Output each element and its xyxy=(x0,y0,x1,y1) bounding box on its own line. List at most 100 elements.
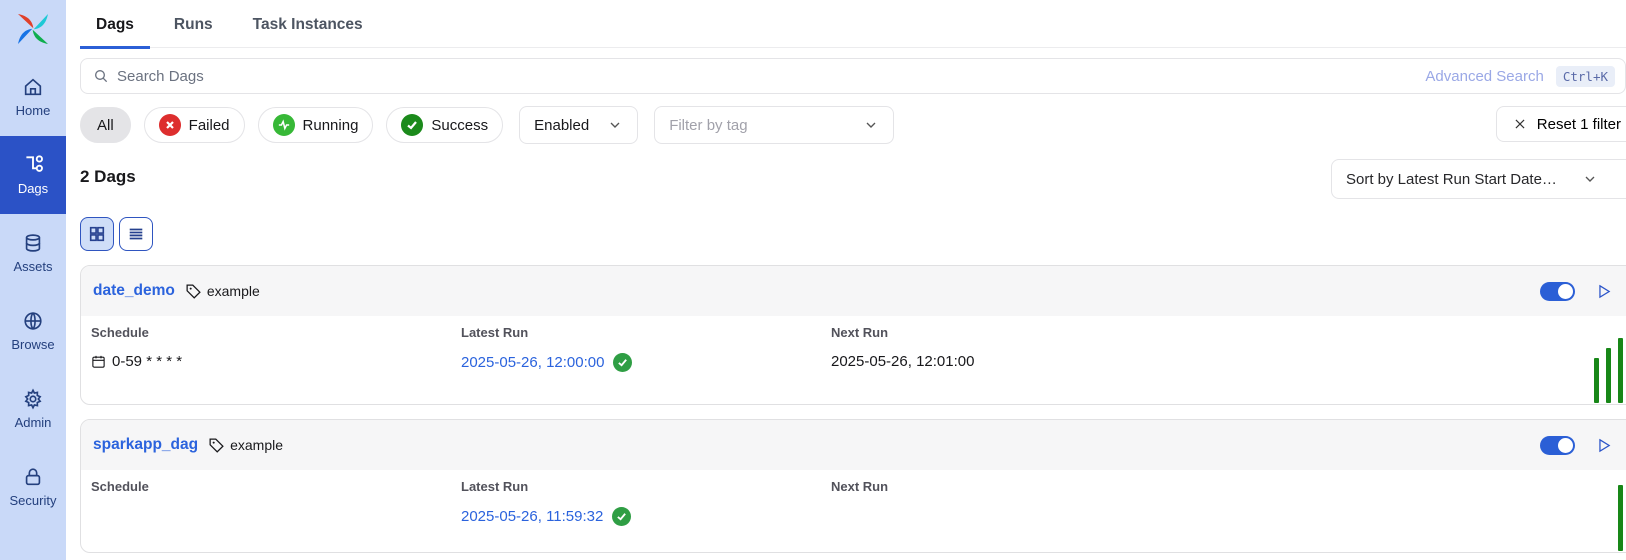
sidebar-item-dags[interactable]: Dags xyxy=(0,136,66,214)
sidebar-item-label: Dags xyxy=(18,181,48,196)
dag-name-link[interactable]: date_demo xyxy=(93,282,175,300)
dags-icon xyxy=(22,154,44,176)
filter-chip-success[interactable]: Success xyxy=(386,107,503,143)
dag-card-body: Schedule Latest Run 2025-05-26, 11:59:32… xyxy=(81,470,1626,552)
run-history-bars xyxy=(1594,338,1623,403)
tab-bar: Dags Runs Task Instances xyxy=(80,0,1626,48)
filter-chip-label: Failed xyxy=(189,117,230,134)
sidebar-item-label: Browse xyxy=(11,337,54,352)
tag-filter-placeholder: Filter by tag xyxy=(669,117,747,134)
sidebar-item-home[interactable]: Home xyxy=(0,58,66,136)
view-toggle-group xyxy=(80,217,1626,251)
run-history-bar[interactable] xyxy=(1618,338,1623,403)
failed-x-icon xyxy=(159,114,181,136)
chevron-down-icon xyxy=(1582,171,1598,187)
latest-run-column: Latest Run 2025-05-26, 12:00:00 xyxy=(461,325,831,404)
tag-filter-select[interactable]: Filter by tag xyxy=(654,106,894,144)
advanced-search-link[interactable]: Advanced Search xyxy=(1425,68,1543,85)
sidebar-item-label: Home xyxy=(16,103,51,118)
sidebar-item-label: Assets xyxy=(13,259,52,274)
search-input[interactable] xyxy=(117,68,1425,85)
reset-filters-label: Reset 1 filter xyxy=(1537,116,1621,133)
schedule-label: Schedule xyxy=(91,325,461,340)
dag-name-link[interactable]: sparkapp_dag xyxy=(93,436,198,454)
schedule-value: 0-59 * * * * xyxy=(91,353,461,370)
next-run-label: Next Run xyxy=(831,479,1626,494)
tab-task-instances[interactable]: Task Instances xyxy=(237,6,379,49)
table-view-button[interactable] xyxy=(119,217,153,251)
success-check-icon xyxy=(401,114,423,136)
tag-icon xyxy=(185,283,202,300)
tab-dags[interactable]: Dags xyxy=(80,6,150,49)
schedule-text: 0-59 * * * * xyxy=(112,353,182,370)
list-view-icon xyxy=(127,225,145,243)
main-content: Dags Runs Task Instances Advanced Search… xyxy=(66,0,1626,560)
grid-view-icon xyxy=(88,225,106,243)
dag-enabled-toggle[interactable] xyxy=(1540,282,1575,301)
shortcut-badge: Ctrl+K xyxy=(1556,66,1615,87)
airflow-pinwheel-icon xyxy=(13,9,53,49)
filter-chip-failed[interactable]: Failed xyxy=(144,107,245,143)
search-bar: Advanced Search Ctrl+K xyxy=(80,58,1626,94)
dag-tag[interactable]: example xyxy=(230,437,283,453)
sidebar-item-assets[interactable]: Assets xyxy=(0,214,66,292)
sidebar-item-browse[interactable]: Browse xyxy=(0,292,66,370)
enabled-select-value: Enabled xyxy=(534,117,589,134)
schedule-column: Schedule 0-59 * * * * xyxy=(91,325,461,404)
filter-chip-label: All xyxy=(97,117,114,134)
chevron-down-icon xyxy=(607,117,623,133)
schedule-column: Schedule xyxy=(91,479,461,552)
latest-run-link[interactable]: 2025-05-26, 12:00:00 xyxy=(461,354,604,371)
sort-select[interactable]: Sort by Latest Run Start Date… xyxy=(1331,159,1626,199)
latest-run-link[interactable]: 2025-05-26, 11:59:32 xyxy=(461,508,603,525)
play-icon xyxy=(1595,283,1612,300)
assets-icon xyxy=(22,232,44,254)
filter-row: All Failed Running Success xyxy=(80,106,1626,144)
dag-card-header: sparkapp_dag example xyxy=(81,420,1626,470)
home-icon xyxy=(22,76,44,98)
next-run-column: Next Run xyxy=(831,479,1626,552)
airflow-dags-page: Home Dags Assets Browse xyxy=(0,0,1626,560)
trigger-dag-button[interactable] xyxy=(1595,283,1612,300)
success-badge-icon xyxy=(613,353,632,372)
play-icon xyxy=(1595,437,1612,454)
sidebar-item-label: Security xyxy=(10,493,57,508)
summary-row: 2 Dags Sort by Latest Run Start Date… xyxy=(80,164,1626,204)
dag-enabled-toggle[interactable] xyxy=(1540,436,1575,455)
trigger-dag-button[interactable] xyxy=(1595,437,1612,454)
run-history-bar[interactable] xyxy=(1594,358,1599,403)
next-run-column: Next Run 2025-05-26, 12:01:00 xyxy=(831,325,1626,404)
card-view-button[interactable] xyxy=(80,217,114,251)
filter-chip-running[interactable]: Running xyxy=(258,107,374,143)
chevron-down-icon xyxy=(863,117,879,133)
reset-filters-button[interactable]: Reset 1 filter xyxy=(1496,106,1626,142)
run-history-bar[interactable] xyxy=(1606,348,1611,403)
dag-card-body: Schedule 0-59 * * * * Latest Run 2025-05… xyxy=(81,316,1626,404)
close-icon xyxy=(1513,117,1527,131)
sidebar: Home Dags Assets Browse xyxy=(0,0,66,560)
filter-chip-all[interactable]: All xyxy=(80,107,131,143)
airflow-logo[interactable] xyxy=(0,0,66,58)
sidebar-item-security[interactable]: Security xyxy=(0,448,66,526)
run-history-bars xyxy=(1618,485,1623,551)
success-badge-icon xyxy=(612,507,631,526)
dag-card-date-demo: date_demo example xyxy=(80,265,1626,405)
sidebar-item-admin[interactable]: Admin xyxy=(0,370,66,448)
dag-tag[interactable]: example xyxy=(207,283,260,299)
dag-card-header: date_demo example xyxy=(81,266,1626,316)
latest-run-label: Latest Run xyxy=(461,325,831,340)
browse-icon xyxy=(22,310,44,332)
search-icon xyxy=(93,68,109,84)
admin-gear-icon xyxy=(22,388,44,410)
schedule-label: Schedule xyxy=(91,479,461,494)
tab-runs[interactable]: Runs xyxy=(158,6,229,49)
tag-icon xyxy=(208,437,225,454)
running-pulse-icon xyxy=(273,114,295,136)
security-lock-icon xyxy=(22,466,44,488)
next-run-label: Next Run xyxy=(831,325,1626,340)
enabled-select[interactable]: Enabled xyxy=(519,106,638,144)
sidebar-item-label: Admin xyxy=(15,415,52,430)
run-history-bar[interactable] xyxy=(1618,485,1623,551)
filter-chip-label: Success xyxy=(431,117,488,134)
next-run-value: 2025-05-26, 12:01:00 xyxy=(831,353,1626,370)
